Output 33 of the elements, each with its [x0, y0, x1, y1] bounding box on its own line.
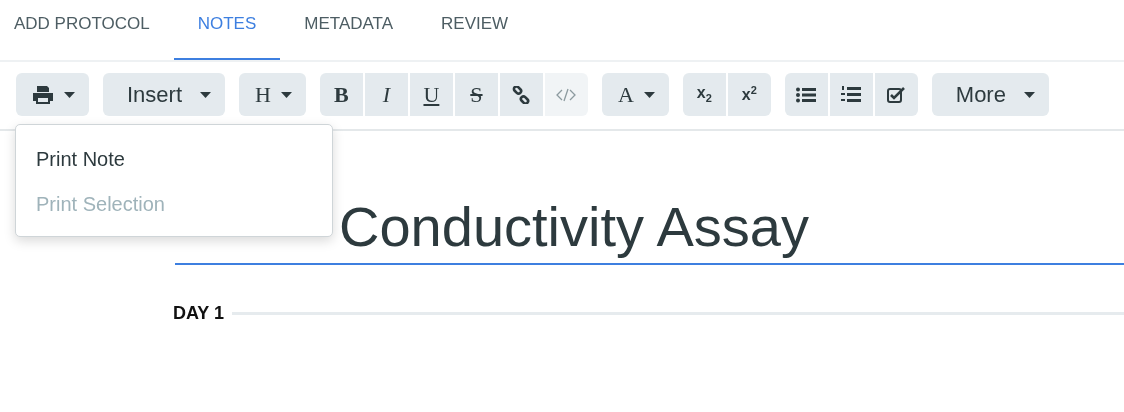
toolbar-button[interactable]: Insert [103, 73, 226, 116]
numbered-list-icon [841, 85, 862, 104]
tab[interactable]: METADATA [280, 0, 418, 60]
caret-icon [280, 91, 292, 98]
toolbar-button[interactable] [874, 73, 918, 116]
toolbar-button[interactable]: H [239, 73, 306, 116]
toolbar-button[interactable] [784, 73, 828, 116]
section-heading: DAY 1 [173, 303, 225, 324]
menu-item[interactable]: Print Note [16, 137, 332, 182]
toolbar-button[interactable]: x$^{2}$ [727, 73, 771, 116]
link-icon [512, 85, 531, 104]
toolbar-button[interactable]: A [601, 73, 669, 116]
toolbar-button[interactable] [829, 73, 873, 116]
note-title[interactable]: Conductivity Assay [339, 195, 809, 258]
tab[interactable]: REVIEW [417, 0, 533, 60]
toolbar-button[interactable]: B [319, 73, 363, 116]
tab[interactable]: NOTES [173, 0, 281, 60]
toolbar-button[interactable] [499, 73, 543, 116]
code-icon [556, 87, 577, 102]
bullet-list-icon [796, 86, 817, 103]
toolbar-button[interactable]: S [454, 73, 498, 116]
caret-icon [64, 91, 75, 98]
caret-icon [1023, 91, 1035, 98]
toolbar-button[interactable]: I [364, 73, 408, 116]
tab[interactable]: ADD PROTOCOL [0, 0, 174, 60]
checkbox-icon [887, 86, 906, 103]
caret-icon [200, 91, 212, 98]
toolbar-button[interactable]: More [931, 73, 1049, 116]
toolbar-button[interactable] [16, 73, 89, 116]
toolbar-button[interactable]: x$_{2}$ [682, 73, 726, 116]
printer-icon [32, 84, 54, 105]
toolbar-button[interactable]: U [409, 73, 453, 116]
caret-icon [643, 91, 655, 98]
